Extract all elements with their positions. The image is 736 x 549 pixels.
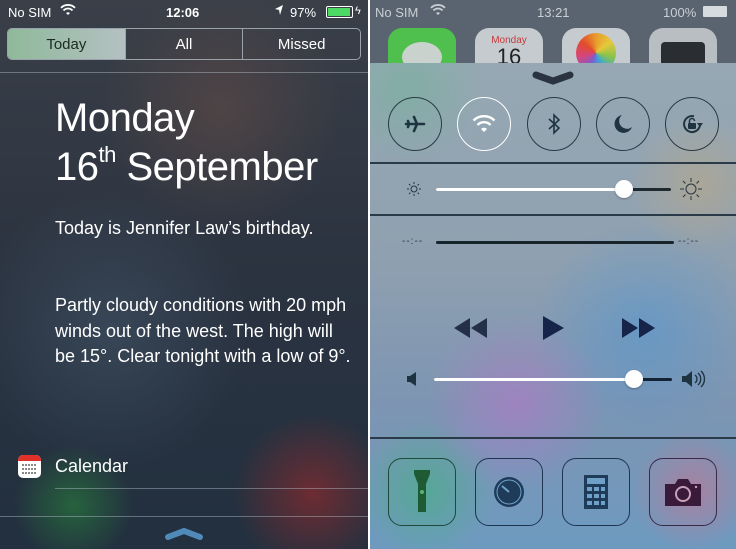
battery-percent: 100% xyxy=(663,5,697,20)
carrier: No SIM xyxy=(375,5,419,20)
divider xyxy=(370,214,736,216)
tab-missed[interactable]: Missed xyxy=(242,29,360,59)
battery-icon xyxy=(703,6,727,17)
elapsed-time: --:-- xyxy=(402,236,424,247)
divider xyxy=(0,516,368,517)
calculator-icon xyxy=(584,475,608,509)
flashlight-icon xyxy=(414,470,430,512)
fast-forward-icon xyxy=(622,318,655,338)
divider xyxy=(370,162,736,164)
flashlight-button[interactable] xyxy=(388,458,456,526)
tab-today[interactable]: Today xyxy=(8,29,125,59)
date-line: 16th September xyxy=(55,142,318,190)
charging-icon: ϟ xyxy=(355,5,361,17)
chevron-up-icon[interactable] xyxy=(164,527,204,546)
location-icon xyxy=(274,4,284,19)
moon-icon xyxy=(614,115,632,133)
clock: 13:21 xyxy=(537,5,570,20)
weather-summary: Partly cloudy conditions with 20 mph win… xyxy=(55,295,351,366)
day-suffix: th xyxy=(98,142,117,167)
remaining-time: --:-- xyxy=(678,236,700,247)
timer-button[interactable] xyxy=(475,458,543,526)
wifi-toggle[interactable] xyxy=(457,97,511,151)
rotation-lock-toggle[interactable] xyxy=(665,97,719,151)
play-button[interactable] xyxy=(543,316,565,345)
media-scrubber[interactable] xyxy=(436,241,674,244)
brightness-high-icon xyxy=(679,177,703,206)
calculator-button[interactable] xyxy=(562,458,630,526)
airplane-mode-toggle[interactable] xyxy=(388,97,442,151)
rewind-icon xyxy=(454,318,487,338)
day: 16 xyxy=(55,145,99,189)
battery-icon xyxy=(326,6,353,18)
carrier: No SIM xyxy=(8,5,52,20)
battery-percent: 97% xyxy=(290,5,317,20)
wifi-icon xyxy=(60,3,76,20)
messages-app-icon xyxy=(388,28,456,72)
play-icon xyxy=(543,316,564,340)
clock: 12:06 xyxy=(166,5,200,20)
photos-app-icon xyxy=(562,28,630,73)
calendar-app-icon: Monday 16 xyxy=(475,28,543,69)
camera-app-icon xyxy=(649,28,717,72)
calendar-widget-label[interactable]: Calendar xyxy=(55,456,128,477)
widget-divider xyxy=(55,488,368,489)
home-screen-apps: Monday 16 xyxy=(370,28,736,73)
timer-icon xyxy=(494,477,524,507)
bluetooth-icon xyxy=(548,113,561,135)
divider xyxy=(370,437,736,439)
chevron-down-icon[interactable] xyxy=(532,70,574,91)
fast-forward-button[interactable] xyxy=(622,318,656,343)
status-bar: No SIM 13:21 100% xyxy=(370,0,736,24)
tab-all[interactable]: All xyxy=(124,29,243,59)
camera-icon xyxy=(665,479,701,506)
rotation-lock-icon xyxy=(683,115,703,134)
notification-center: No SIM 12:06 97% ϟ Today All Missed Mond… xyxy=(0,0,368,549)
airplane-icon xyxy=(404,115,426,133)
brightness-slider-thumb[interactable] xyxy=(615,180,633,198)
month: September xyxy=(126,145,318,189)
volume-low-icon xyxy=(407,372,417,391)
volume-high-icon xyxy=(682,369,706,394)
bluetooth-toggle[interactable] xyxy=(527,97,581,151)
birthday-summary: Today is Jennifer Law’s birthday. xyxy=(55,218,314,238)
brightness-fill xyxy=(436,188,624,191)
do-not-disturb-toggle[interactable] xyxy=(596,97,650,151)
wifi-icon xyxy=(472,115,496,132)
volume-fill xyxy=(434,378,634,381)
camera-button[interactable] xyxy=(649,458,717,526)
divider xyxy=(0,72,368,73)
notification-tabs: Today All Missed xyxy=(7,28,361,60)
wifi-icon xyxy=(430,3,446,20)
volume-slider-thumb[interactable] xyxy=(624,370,643,388)
rewind-button[interactable] xyxy=(454,318,488,343)
control-center-screen: No SIM 13:21 100% Monday 16 --:-- --:-- xyxy=(370,0,736,549)
status-bar: No SIM 12:06 97% ϟ xyxy=(0,0,368,24)
calendar-icon xyxy=(18,455,41,478)
brightness-slider[interactable] xyxy=(436,188,671,191)
brightness-low-icon xyxy=(406,181,422,202)
weekday: Monday xyxy=(55,96,195,140)
